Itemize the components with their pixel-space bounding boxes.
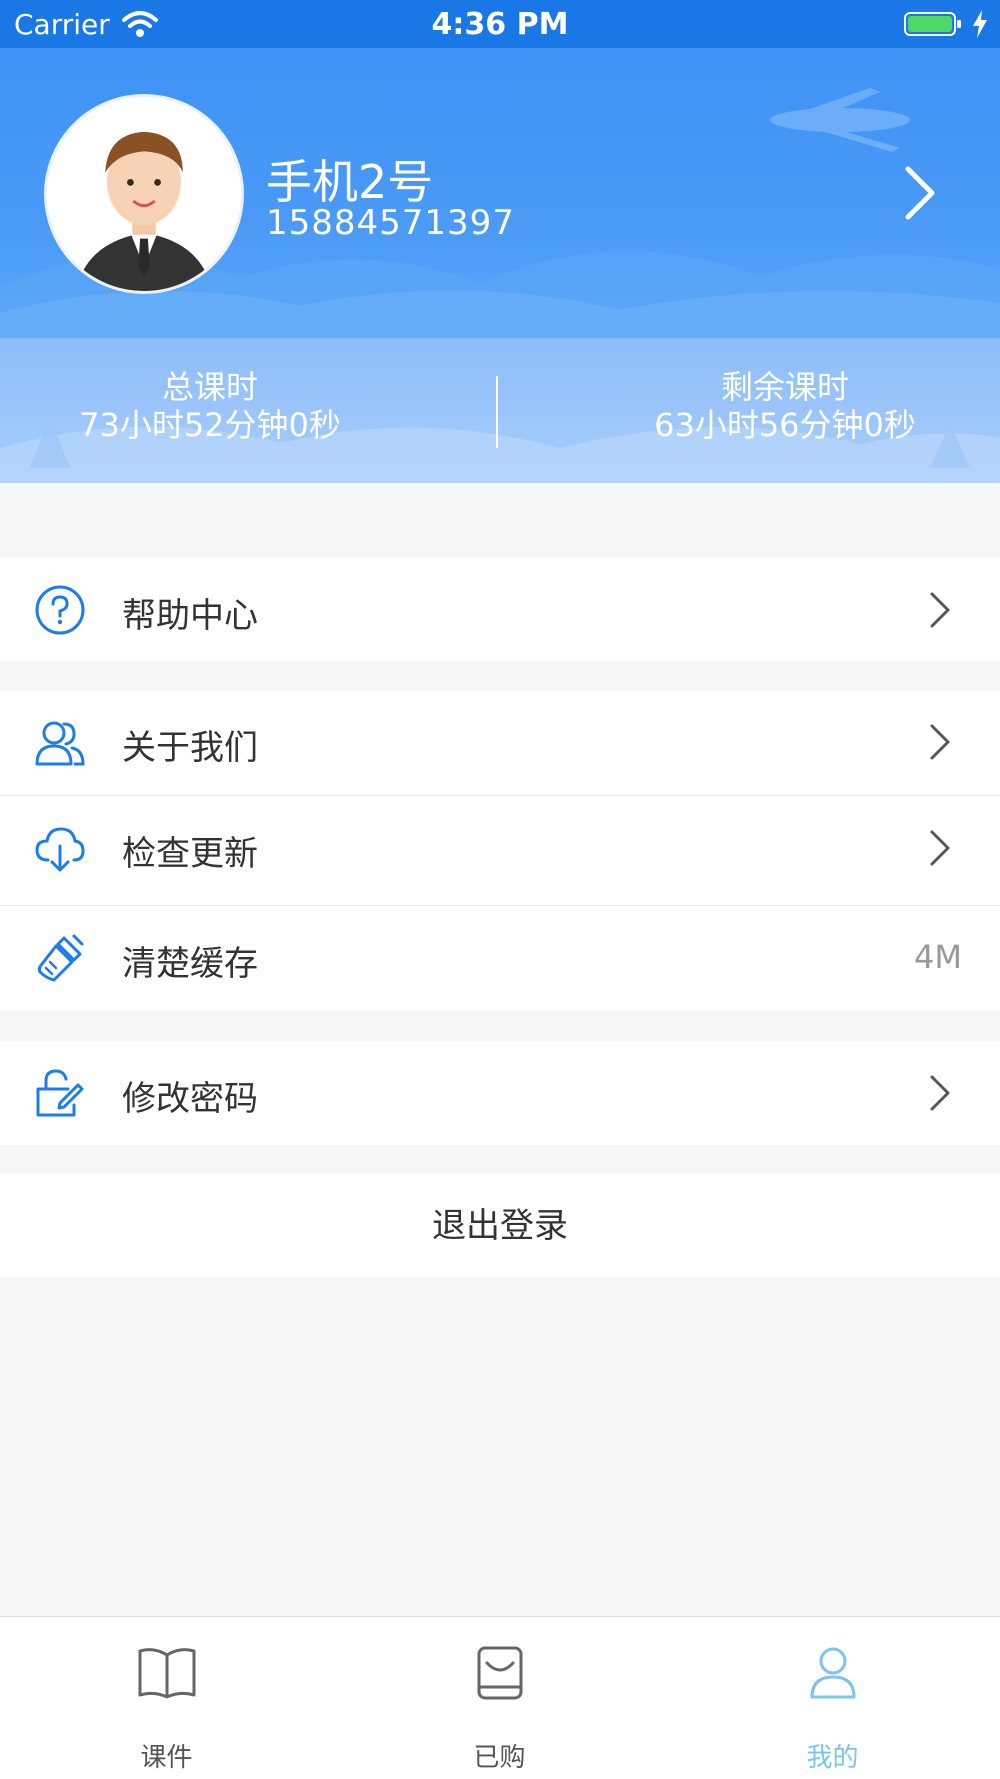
remaining-hours-value: 63小时56分钟0秒: [654, 406, 916, 444]
menu-item-help[interactable]: 帮助中心: [0, 558, 1000, 662]
tab-mine[interactable]: 我的: [666, 1617, 999, 1779]
cloud-download-icon: [35, 827, 85, 872]
charging-bolt-icon: [973, 10, 987, 38]
menu-item-label: 关于我们: [122, 728, 258, 768]
chevron-right-icon[interactable]: [900, 163, 940, 223]
chevron-right-icon: [930, 724, 950, 760]
logout-button[interactable]: 退出登录: [0, 1174, 1000, 1278]
menu-item-label: 修改密码: [122, 1079, 258, 1119]
menu-item-label: 帮助中心: [122, 596, 258, 636]
bag-icon: [477, 1646, 523, 1700]
chevron-right-icon: [930, 830, 950, 866]
menu-item-label: 检查更新: [122, 834, 258, 874]
users-icon: [35, 721, 85, 766]
user-phone: 15884571397: [266, 203, 515, 243]
tab-label: 课件: [140, 1743, 193, 1773]
tab-label: 我的: [806, 1743, 859, 1773]
chevron-right-icon: [930, 1075, 950, 1111]
menu-item-about[interactable]: 关于我们: [0, 690, 1000, 794]
total-hours-label: 总课时: [161, 368, 258, 406]
tab-label: 已购: [473, 1743, 526, 1773]
chevron-right-icon: [930, 592, 950, 628]
tab-purchased[interactable]: 已购: [333, 1617, 666, 1779]
brush-icon: [37, 934, 84, 982]
total-hours-value: 73小时52分钟0秒: [79, 406, 341, 444]
remaining-hours-label: 剩余课时: [720, 368, 849, 406]
course-hours-panel: 总课时 73小时52分钟0秒 剩余课时 63小时56分钟0秒: [0, 338, 1000, 483]
battery-icon: [904, 12, 961, 36]
total-hours-stat: 总课时 73小时52分钟0秒: [0, 368, 420, 444]
tab-courseware[interactable]: 课件: [0, 1617, 333, 1779]
status-bar: Carrier 4:36 PM: [0, 0, 1000, 48]
menu-item-update[interactable]: 检查更新: [0, 796, 1000, 905]
avatar[interactable]: [44, 94, 244, 294]
help-question-icon: [35, 585, 85, 635]
profile-header[interactable]: 手机2号 15884571397: [0, 48, 1000, 338]
remaining-hours-stat: 剩余课时 63小时56分钟0秒: [575, 368, 995, 444]
person-icon: [810, 1647, 856, 1699]
menu-item-label: 清楚缓存: [122, 944, 258, 984]
book-icon: [138, 1648, 196, 1699]
cache-size-value: 4M: [914, 938, 962, 976]
status-time: 4:36 PM: [431, 7, 569, 42]
stats-divider: [496, 376, 498, 448]
menu-item-cache[interactable]: 清楚缓存 4M: [0, 906, 1000, 1010]
menu-item-password[interactable]: 修改密码: [0, 1041, 1000, 1145]
tab-bar: 课件 已购 我的: [0, 1616, 1000, 1779]
lock-edit-icon: [36, 1069, 84, 1117]
avatar-portrait-icon: [76, 131, 212, 291]
